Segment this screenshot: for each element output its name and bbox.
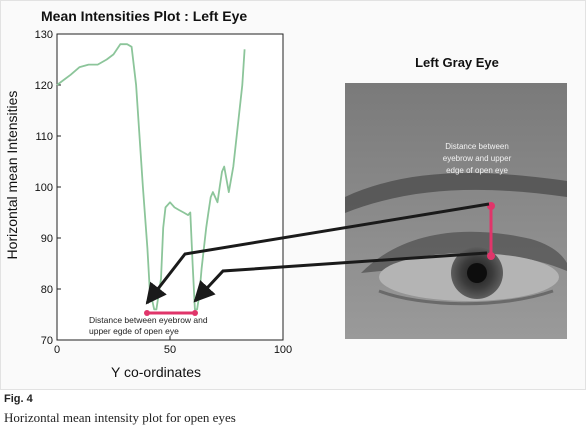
chart-title: Mean Intensities Plot : Left Eye: [41, 8, 247, 24]
figure-panel: Mean Intensities Plot : Left Eye Horizon…: [0, 0, 586, 390]
y-tick-label: 130: [35, 29, 53, 41]
eye-distance-bottom-dot: [487, 252, 495, 260]
inset-label-line-2: eyebrow and upper: [443, 154, 512, 163]
inset-label-line-3: edge of open eye: [446, 166, 508, 175]
x-tick-label: 0: [54, 344, 60, 356]
plot-area: [56, 33, 284, 341]
y-tick-label: 70: [41, 335, 53, 347]
figure-caption: Horizontal mean intensity plot for open …: [4, 410, 236, 425]
x-axis-label: Y co-ordinates: [111, 364, 201, 380]
inset-label-line-1: Distance between: [445, 142, 509, 151]
y-axis-label: Horizontal mean Intensities: [4, 91, 20, 260]
eye-inset: Left Gray Eye Distance between eyebrow a…: [345, 55, 567, 339]
x-tick-label: 50: [164, 344, 176, 356]
pupil: [467, 263, 487, 283]
x-tick-label: 100: [274, 344, 292, 356]
intensity-chart: Mean Intensities Plot : Left Eye Horizon…: [4, 8, 567, 380]
y-tick-label: 90: [41, 233, 53, 245]
figure-label: Fig. 4: [4, 393, 33, 405]
y-tick-label: 110: [35, 131, 53, 143]
y-tick-label: 100: [35, 182, 53, 194]
y-tick-label: 120: [35, 80, 53, 92]
distance-label-line-1: Distance between eyebrow and: [89, 315, 208, 325]
distance-label-line-2: upper egde of open eye: [89, 326, 179, 336]
inset-title: Left Gray Eye: [415, 55, 499, 70]
y-tick-label: 80: [41, 284, 53, 296]
